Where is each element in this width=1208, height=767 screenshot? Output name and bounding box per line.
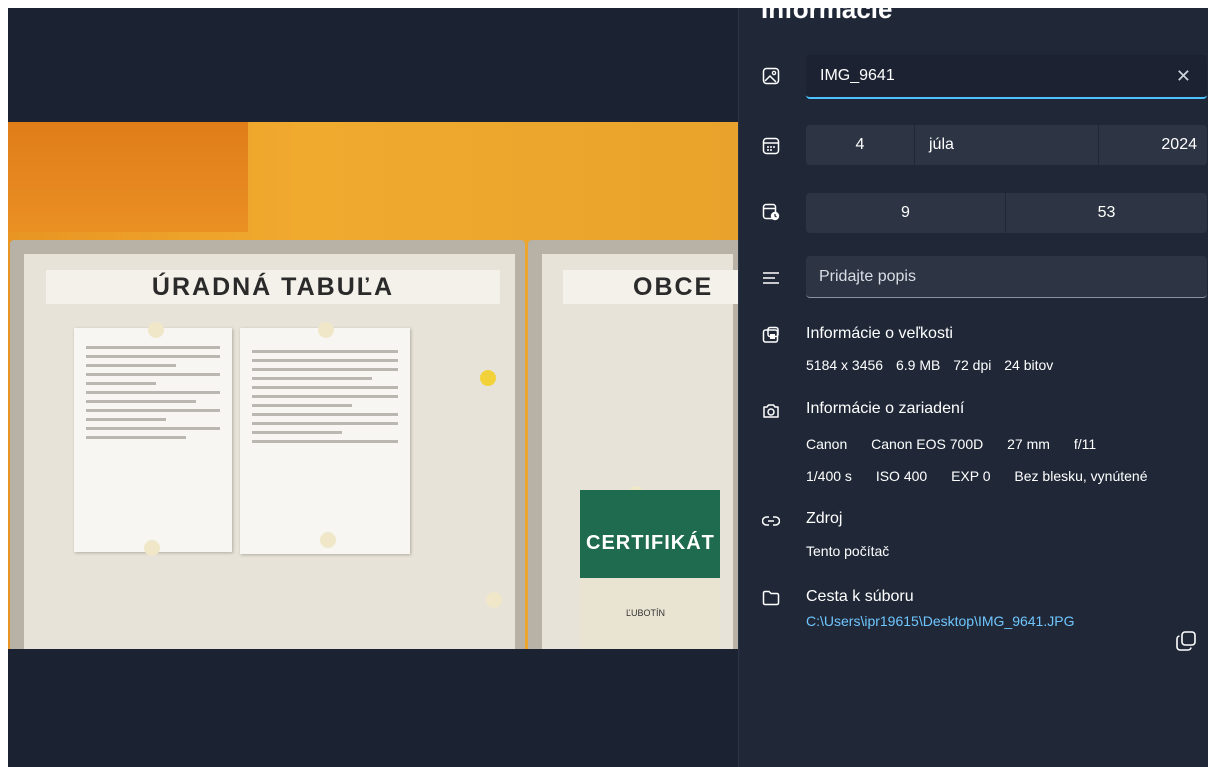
panel-title: Informácie — [761, 0, 893, 24]
aperture: f/11 — [1073, 436, 1097, 452]
date-year-picker[interactable]: 2024 — [1099, 125, 1207, 165]
file-name-value[interactable]: IMG_9641 — [820, 67, 895, 85]
device-info-title: Informácie o zariadení — [806, 400, 965, 417]
size-info-title: Informácie o veľkosti — [806, 325, 953, 342]
dimensions: 5184 x 3456 — [806, 357, 884, 373]
date-month-picker[interactable]: júla — [915, 125, 1098, 165]
description-input[interactable]: Pridajte popis — [806, 256, 1207, 298]
size-info-values: 5184 x 3456 6.9 MB 72 dpi 24 bitov — [806, 357, 1062, 373]
camera-icon — [761, 401, 781, 421]
folder-icon — [761, 588, 781, 608]
file-path-title: Cesta k súboru — [806, 588, 914, 605]
board-right-heading: OBCE — [563, 270, 738, 304]
source-value: Tento počítač — [806, 543, 890, 559]
device-info-line-1: Canon Canon EOS 700D 27 mm f/11 — [806, 436, 1105, 452]
notice-paper-1 — [74, 328, 232, 552]
pin — [318, 322, 334, 338]
iso: ISO 400 — [875, 468, 928, 484]
clock-icon — [761, 202, 781, 222]
copy-icon[interactable] — [1175, 630, 1197, 652]
certificate-town: ĽUBOTÍN — [626, 608, 666, 618]
dpi: 72 dpi — [953, 357, 992, 373]
calendar-icon — [761, 136, 781, 156]
pin — [480, 370, 496, 386]
text-lines-icon — [761, 268, 781, 288]
source-title: Zdroj — [806, 510, 843, 527]
description-placeholder[interactable]: Pridajte popis — [819, 268, 916, 286]
info-panel: Informácie IMG_9641 ✕ 4 júla 2024 9 53 P… — [738, 0, 1208, 767]
board-left-heading: ÚRADNÁ TABUĽA — [46, 270, 500, 304]
image-icon — [761, 66, 781, 86]
pin — [148, 322, 164, 338]
focal-length: 27 mm — [1007, 436, 1050, 452]
time-minute-picker[interactable]: 53 — [1006, 193, 1207, 233]
link-icon — [761, 511, 781, 531]
certificate: CERTIFIKÁT ĽUBOTÍN — [580, 490, 720, 649]
notice-paper-2 — [240, 328, 410, 554]
camera-make: Canon — [806, 436, 848, 452]
pin — [486, 592, 502, 608]
file-path-link[interactable]: C:\Users\ipr19615\Desktop\IMG_9641.JPG — [806, 613, 1074, 629]
file-name-input[interactable]: IMG_9641 ✕ — [806, 55, 1207, 99]
exposure-bias: EXP 0 — [951, 468, 991, 484]
certificate-title: CERTIFIKÁT — [586, 532, 715, 554]
bit-depth: 24 bitov — [1004, 357, 1054, 373]
time-hour-picker[interactable]: 9 — [806, 193, 1005, 233]
pin — [320, 532, 336, 548]
photo-wall-shade — [8, 122, 248, 232]
pin — [144, 540, 160, 556]
file-size: 6.9 MB — [895, 357, 941, 373]
close-icon[interactable]: ✕ — [1176, 66, 1191, 87]
photo-image[interactable]: ÚRADNÁ TABUĽA OBCE CERTIFIKÁT ĽUBOTÍN — [8, 122, 738, 649]
device-info-line-2: 1/400 s ISO 400 EXP 0 Bez blesku, vynúte… — [806, 468, 1157, 484]
image-size-icon — [761, 325, 781, 345]
exposure-time: 1/400 s — [806, 468, 852, 484]
camera-model: Canon EOS 700D — [871, 436, 984, 452]
photo-viewer: ÚRADNÁ TABUĽA OBCE CERTIFIKÁT ĽUBOTÍN — [8, 8, 738, 767]
date-day-picker[interactable]: 4 — [806, 125, 914, 165]
flash: Bez blesku, vynútené — [1014, 468, 1148, 484]
